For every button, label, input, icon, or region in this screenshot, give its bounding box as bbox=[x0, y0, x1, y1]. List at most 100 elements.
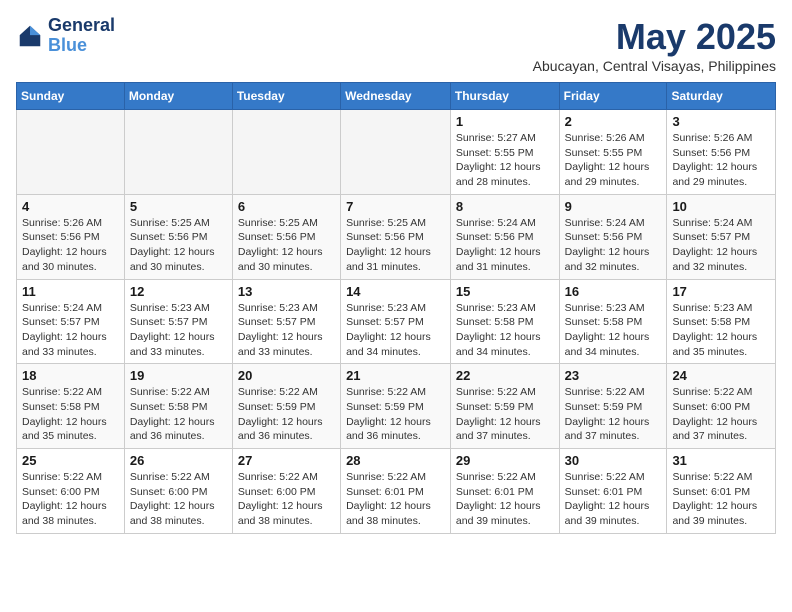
day-info: Sunrise: 5:23 AM Sunset: 5:58 PM Dayligh… bbox=[456, 301, 554, 360]
day-info: Sunrise: 5:25 AM Sunset: 5:56 PM Dayligh… bbox=[238, 216, 335, 275]
day-info: Sunrise: 5:25 AM Sunset: 5:56 PM Dayligh… bbox=[346, 216, 445, 275]
day-number: 18 bbox=[22, 368, 119, 383]
day-cell-24: 24Sunrise: 5:22 AM Sunset: 6:00 PM Dayli… bbox=[667, 364, 776, 449]
day-info: Sunrise: 5:26 AM Sunset: 5:55 PM Dayligh… bbox=[565, 131, 662, 190]
day-cell-31: 31 Sunrise: 5:22 AM Sunset: 6:01 PM Dayli… bbox=[667, 449, 776, 534]
empty-cell bbox=[341, 110, 451, 195]
day-info: Sunrise: 5:23 AM Sunset: 5:57 PM Dayligh… bbox=[238, 301, 335, 360]
day-cell-14: 14 Sunrise: 5:23 AM Sunset: 5:57 PM Dayli… bbox=[341, 279, 451, 364]
day-cell-8: 8Sunrise: 5:24 AM Sunset: 5:56 PM Daylig… bbox=[450, 194, 559, 279]
calendar-table: SundayMondayTuesdayWednesdayThursdayFrid… bbox=[16, 82, 776, 534]
day-number: 13 bbox=[238, 284, 335, 299]
day-number: 23 bbox=[565, 368, 662, 383]
day-cell-19: 19 Sunrise: 5:22 AM Sunset: 5:58 PM Dayli… bbox=[124, 364, 232, 449]
logo-line1: General bbox=[48, 16, 115, 36]
page-header: General Blue May 2025 Abucayan, Central … bbox=[16, 16, 776, 74]
logo: General Blue bbox=[16, 16, 115, 56]
day-cell-27: 27Sunrise: 5:22 AM Sunset: 6:00 PM Dayli… bbox=[232, 449, 340, 534]
day-cell-1: 1Sunrise: 5:27 AM Sunset: 5:55 PM Daylig… bbox=[450, 110, 559, 195]
day-number: 1 bbox=[456, 114, 554, 129]
day-number: 3 bbox=[672, 114, 770, 129]
day-number: 17 bbox=[672, 284, 770, 299]
day-info: Sunrise: 5:22 AM Sunset: 5:59 PM Dayligh… bbox=[565, 385, 662, 444]
day-cell-30: 30 Sunrise: 5:22 AM Sunset: 6:01 PM Dayli… bbox=[559, 449, 667, 534]
day-number: 14 bbox=[346, 284, 445, 299]
day-number: 9 bbox=[565, 199, 662, 214]
day-number: 22 bbox=[456, 368, 554, 383]
column-header-sunday: Sunday bbox=[17, 83, 125, 110]
day-cell-17: 17Sunrise: 5:23 AM Sunset: 5:58 PM Dayli… bbox=[667, 279, 776, 364]
day-info: Sunrise: 5:22 AM Sunset: 5:59 PM Dayligh… bbox=[238, 385, 335, 444]
day-info: Sunrise: 5:24 AM Sunset: 5:57 PM Dayligh… bbox=[22, 301, 119, 360]
calendar-header-row: SundayMondayTuesdayWednesdayThursdayFrid… bbox=[17, 83, 776, 110]
day-cell-21: 21 Sunrise: 5:22 AM Sunset: 5:59 PM Dayli… bbox=[341, 364, 451, 449]
day-info: Sunrise: 5:22 AM Sunset: 6:01 PM Dayligh… bbox=[672, 470, 770, 529]
day-number: 12 bbox=[130, 284, 227, 299]
day-number: 10 bbox=[672, 199, 770, 214]
month-title: May 2025 bbox=[533, 16, 776, 58]
column-header-wednesday: Wednesday bbox=[341, 83, 451, 110]
day-cell-18: 18 Sunrise: 5:22 AM Sunset: 5:58 PM Dayli… bbox=[17, 364, 125, 449]
column-header-tuesday: Tuesday bbox=[232, 83, 340, 110]
day-info: Sunrise: 5:26 AM Sunset: 5:56 PM Dayligh… bbox=[22, 216, 119, 275]
day-number: 6 bbox=[238, 199, 335, 214]
logo-line2: Blue bbox=[48, 36, 115, 56]
week-row-4: 25Sunrise: 5:22 AM Sunset: 6:00 PM Dayli… bbox=[17, 449, 776, 534]
day-number: 29 bbox=[456, 453, 554, 468]
day-number: 25 bbox=[22, 453, 119, 468]
day-number: 8 bbox=[456, 199, 554, 214]
day-number: 2 bbox=[565, 114, 662, 129]
week-row-3: 18 Sunrise: 5:22 AM Sunset: 5:58 PM Dayli… bbox=[17, 364, 776, 449]
day-number: 31 bbox=[672, 453, 770, 468]
day-info: Sunrise: 5:23 AM Sunset: 5:57 PM Dayligh… bbox=[346, 301, 445, 360]
column-header-monday: Monday bbox=[124, 83, 232, 110]
empty-cell bbox=[124, 110, 232, 195]
week-row-2: 11 Sunrise: 5:24 AM Sunset: 5:57 PM Dayli… bbox=[17, 279, 776, 364]
day-info: Sunrise: 5:24 AM Sunset: 5:56 PM Dayligh… bbox=[565, 216, 662, 275]
day-number: 27 bbox=[238, 453, 335, 468]
day-cell-2: 2 Sunrise: 5:26 AM Sunset: 5:55 PM Daylig… bbox=[559, 110, 667, 195]
day-cell-5: 5Sunrise: 5:25 AM Sunset: 5:56 PM Daylig… bbox=[124, 194, 232, 279]
empty-cell bbox=[17, 110, 125, 195]
day-number: 26 bbox=[130, 453, 227, 468]
day-cell-13: 13 Sunrise: 5:23 AM Sunset: 5:57 PM Dayli… bbox=[232, 279, 340, 364]
day-number: 21 bbox=[346, 368, 445, 383]
column-header-friday: Friday bbox=[559, 83, 667, 110]
day-number: 30 bbox=[565, 453, 662, 468]
day-cell-11: 11 Sunrise: 5:24 AM Sunset: 5:57 PM Dayli… bbox=[17, 279, 125, 364]
column-header-thursday: Thursday bbox=[450, 83, 559, 110]
logo-text: General Blue bbox=[48, 16, 115, 56]
day-cell-9: 9 Sunrise: 5:24 AM Sunset: 5:56 PM Daylig… bbox=[559, 194, 667, 279]
day-number: 28 bbox=[346, 453, 445, 468]
day-cell-20: 20Sunrise: 5:22 AM Sunset: 5:59 PM Dayli… bbox=[232, 364, 340, 449]
day-cell-12: 12 Sunrise: 5:23 AM Sunset: 5:57 PM Dayli… bbox=[124, 279, 232, 364]
day-info: Sunrise: 5:22 AM Sunset: 5:59 PM Dayligh… bbox=[346, 385, 445, 444]
day-number: 11 bbox=[22, 284, 119, 299]
day-info: Sunrise: 5:22 AM Sunset: 6:01 PM Dayligh… bbox=[346, 470, 445, 529]
day-cell-25: 25Sunrise: 5:22 AM Sunset: 6:00 PM Dayli… bbox=[17, 449, 125, 534]
day-cell-4: 4Sunrise: 5:26 AM Sunset: 5:56 PM Daylig… bbox=[17, 194, 125, 279]
day-cell-3: 3Sunrise: 5:26 AM Sunset: 5:56 PM Daylig… bbox=[667, 110, 776, 195]
day-info: Sunrise: 5:22 AM Sunset: 6:01 PM Dayligh… bbox=[565, 470, 662, 529]
day-info: Sunrise: 5:22 AM Sunset: 5:59 PM Dayligh… bbox=[456, 385, 554, 444]
day-info: Sunrise: 5:22 AM Sunset: 5:58 PM Dayligh… bbox=[22, 385, 119, 444]
week-row-1: 4Sunrise: 5:26 AM Sunset: 5:56 PM Daylig… bbox=[17, 194, 776, 279]
day-cell-6: 6 Sunrise: 5:25 AM Sunset: 5:56 PM Daylig… bbox=[232, 194, 340, 279]
day-number: 5 bbox=[130, 199, 227, 214]
day-number: 7 bbox=[346, 199, 445, 214]
location: Abucayan, Central Visayas, Philippines bbox=[533, 58, 776, 74]
day-cell-23: 23 Sunrise: 5:22 AM Sunset: 5:59 PM Dayli… bbox=[559, 364, 667, 449]
day-info: Sunrise: 5:22 AM Sunset: 5:58 PM Dayligh… bbox=[130, 385, 227, 444]
day-info: Sunrise: 5:23 AM Sunset: 5:57 PM Dayligh… bbox=[130, 301, 227, 360]
column-header-saturday: Saturday bbox=[667, 83, 776, 110]
day-cell-29: 29Sunrise: 5:22 AM Sunset: 6:01 PM Dayli… bbox=[450, 449, 559, 534]
day-number: 24 bbox=[672, 368, 770, 383]
day-info: Sunrise: 5:24 AM Sunset: 5:57 PM Dayligh… bbox=[672, 216, 770, 275]
day-number: 15 bbox=[456, 284, 554, 299]
day-cell-15: 15 Sunrise: 5:23 AM Sunset: 5:58 PM Dayli… bbox=[450, 279, 559, 364]
title-block: May 2025 Abucayan, Central Visayas, Phil… bbox=[533, 16, 776, 74]
day-info: Sunrise: 5:23 AM Sunset: 5:58 PM Dayligh… bbox=[565, 301, 662, 360]
day-cell-7: 7 Sunrise: 5:25 AM Sunset: 5:56 PM Daylig… bbox=[341, 194, 451, 279]
day-number: 19 bbox=[130, 368, 227, 383]
day-cell-26: 26Sunrise: 5:22 AM Sunset: 6:00 PM Dayli… bbox=[124, 449, 232, 534]
